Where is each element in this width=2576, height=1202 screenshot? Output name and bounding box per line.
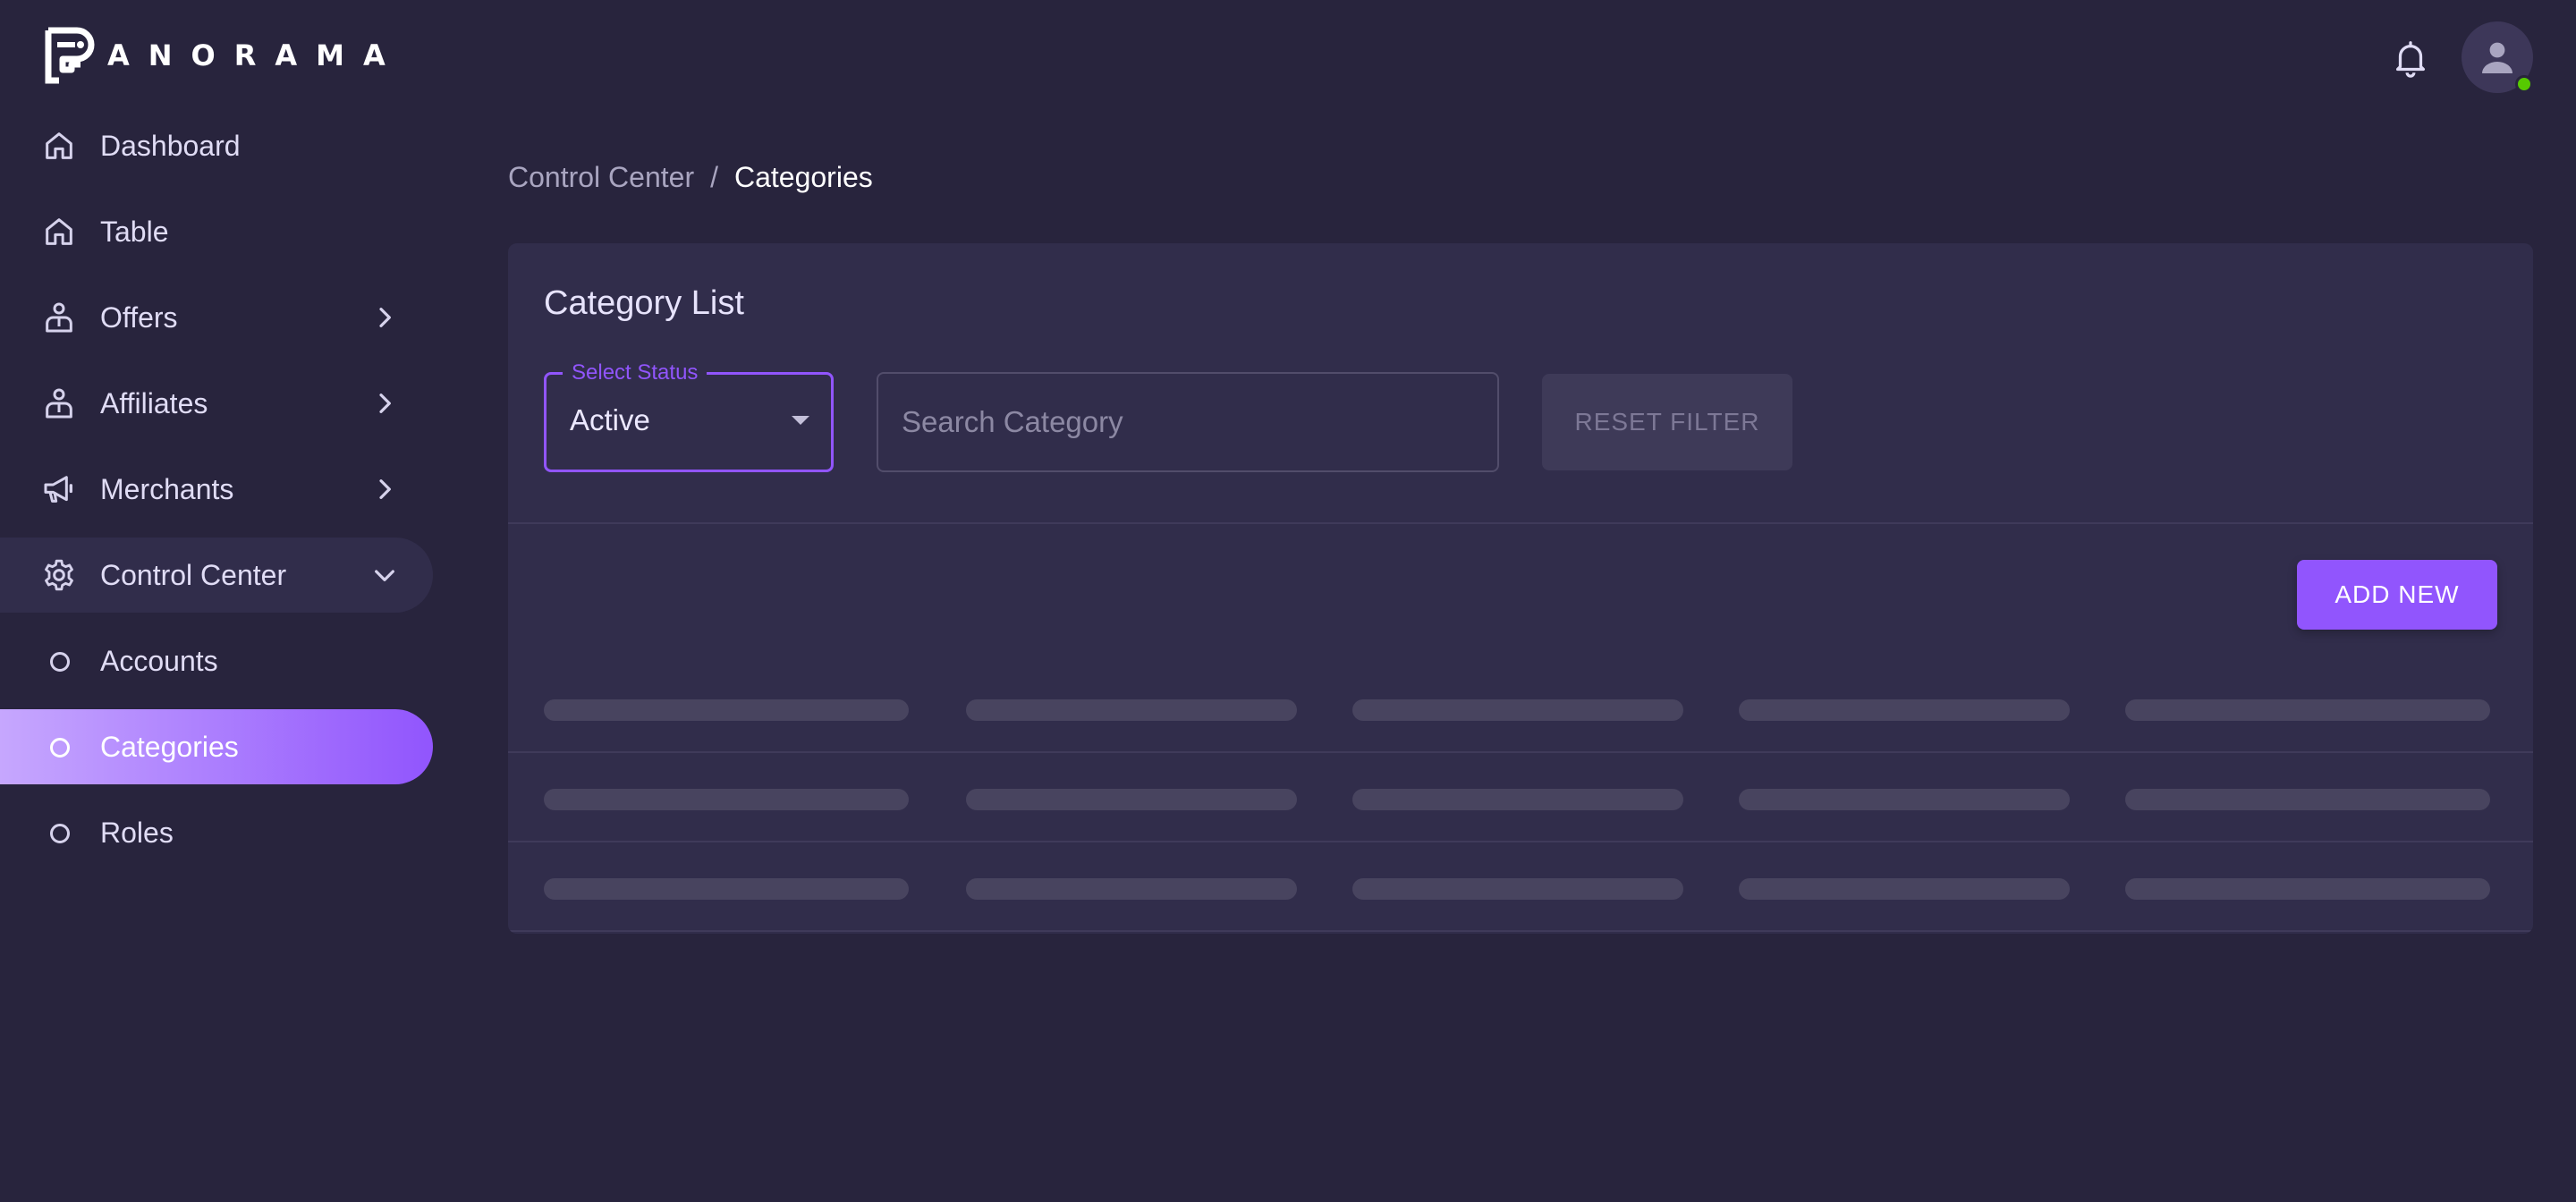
sidebar-item-label: Control Center — [100, 558, 287, 591]
breadcrumb-separator: / — [710, 161, 718, 193]
home-icon — [41, 128, 77, 164]
sidebar-item-merchants[interactable]: Merchants — [0, 452, 433, 527]
chevron-right-icon — [379, 308, 391, 327]
loading-skeleton-bar — [1352, 699, 1683, 721]
sidebar-item-control-center[interactable]: Control Center — [0, 538, 433, 613]
caret-down-icon — [792, 416, 809, 425]
megaphone-icon — [41, 471, 77, 507]
account-tie-icon — [41, 300, 77, 335]
user-icon — [2482, 42, 2512, 73]
sidebar-item-roles[interactable]: Roles — [0, 795, 433, 870]
sidebar-item-accounts[interactable]: Accounts — [0, 623, 433, 698]
online-status-badge — [2515, 75, 2533, 93]
divider — [508, 522, 2533, 524]
sidebar-item-label: Dashboard — [100, 129, 241, 162]
loading-skeleton-bar — [1739, 789, 2070, 810]
loading-skeleton-bar — [544, 789, 909, 810]
home-icon — [41, 214, 77, 250]
row-divider — [508, 930, 2533, 932]
sidebar-item-label: Roles — [100, 816, 174, 849]
breadcrumb: Control Center / Categories — [508, 161, 873, 194]
loading-skeleton-bar — [1739, 699, 2070, 721]
sidebar-item-label: Accounts — [100, 644, 218, 677]
loading-skeleton-bar — [966, 878, 1297, 900]
sidebar-nav: Dashboard Table Offers Affiliates Mercha… — [0, 108, 433, 881]
loading-skeleton-bar — [1352, 878, 1683, 900]
loading-skeleton-bar — [2125, 789, 2490, 810]
chevron-right-icon — [379, 394, 391, 413]
loading-skeleton-bar — [544, 699, 909, 721]
table-row — [508, 664, 2533, 753]
reset-filter-button[interactable]: RESET FILTER — [1542, 374, 1792, 470]
card-title: Category List — [544, 284, 744, 322]
chevron-down-icon — [375, 570, 394, 581]
loading-skeleton-bar — [544, 878, 909, 900]
gear-icon — [41, 557, 77, 593]
sidebar-item-label: Merchants — [100, 472, 234, 505]
sidebar: ANORAMA Dashboard Table Offers Affiliate… — [0, 0, 433, 1202]
sidebar-item-dashboard[interactable]: Dashboard — [0, 108, 433, 183]
sidebar-item-label: Categories — [100, 730, 239, 763]
loading-skeleton-bar — [1352, 789, 1683, 810]
breadcrumb-current: Categories — [733, 161, 873, 193]
chevron-right-icon — [379, 479, 391, 499]
circle-outline-icon — [50, 652, 70, 672]
loading-skeleton-bar — [2125, 878, 2490, 900]
circle-outline-icon — [50, 738, 70, 758]
status-select[interactable]: Select Status Active — [544, 360, 834, 472]
loading-skeleton-bar — [2125, 699, 2490, 721]
sidebar-item-label: Affiliates — [100, 386, 208, 419]
category-list-card: Category List Select Status Active RESET… — [508, 243, 2533, 934]
loading-skeleton-bar — [966, 789, 1297, 810]
sidebar-item-affiliates[interactable]: Affiliates — [0, 366, 433, 441]
breadcrumb-link-control-center[interactable]: Control Center — [508, 161, 694, 194]
sidebar-item-label: Table — [100, 215, 169, 248]
loading-skeleton-bar — [1739, 878, 2070, 900]
table-row — [508, 842, 2533, 932]
logo-mark-icon — [45, 27, 95, 84]
status-select-value: Active — [570, 403, 650, 436]
loading-skeleton-bar — [966, 699, 1297, 721]
sidebar-item-offers[interactable]: Offers — [0, 280, 433, 355]
logo-text: ANORAMA — [107, 38, 404, 72]
table-row — [508, 753, 2533, 842]
bell-icon[interactable] — [2390, 38, 2431, 79]
search-category-input[interactable] — [877, 372, 1499, 472]
sidebar-item-label: Offers — [100, 300, 178, 334]
logo[interactable]: ANORAMA — [45, 27, 404, 84]
circle-outline-icon — [50, 824, 70, 843]
add-new-button[interactable]: ADD NEW — [2297, 560, 2497, 630]
sidebar-item-table[interactable]: Table — [0, 194, 433, 269]
status-select-label: Select Status — [563, 360, 708, 385]
account-tie-icon — [41, 385, 77, 421]
sidebar-item-categories[interactable]: Categories — [0, 709, 433, 784]
